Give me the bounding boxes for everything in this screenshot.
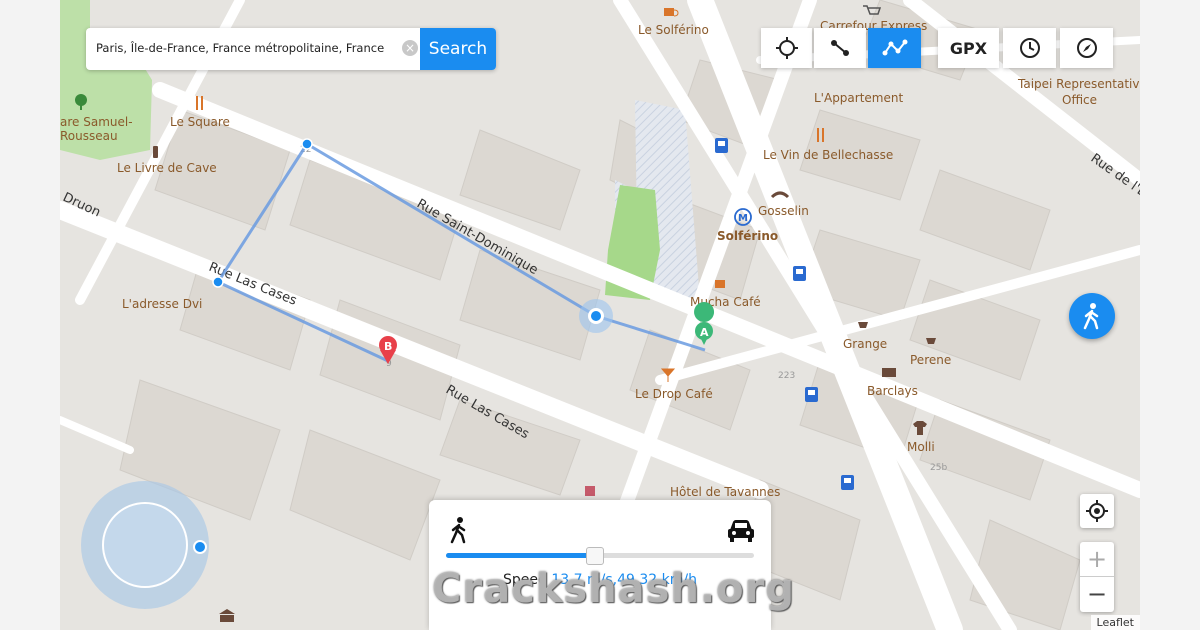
crosshair-icon xyxy=(775,37,798,59)
walking-person-icon xyxy=(1083,303,1099,330)
wine-shop-icon xyxy=(153,146,158,158)
svg-text:B: B xyxy=(384,340,392,353)
map-app-window: Rue Saint-Dominique Rue Las Cases Rue La… xyxy=(60,0,1140,630)
bus-stop-icon-4 xyxy=(841,475,854,490)
bus-stop-icon-3 xyxy=(805,387,818,402)
bank-icon xyxy=(882,368,896,377)
walk-mode-button[interactable] xyxy=(1069,293,1115,339)
poi-le-solferino: Le Solférino xyxy=(638,23,709,37)
svg-text:M: M xyxy=(738,213,748,224)
route-waypoint[interactable] xyxy=(212,276,224,288)
search-input[interactable] xyxy=(96,41,396,55)
poi-square-samuel: are Samuel- xyxy=(60,115,133,129)
house-number-223: 223 xyxy=(778,371,795,381)
poi-taipei-representative: Taipei Representative xyxy=(1017,77,1140,91)
zoom-control: + − xyxy=(1080,542,1114,612)
poi-le-livre-de-cave: Le Livre de Cave xyxy=(117,161,217,175)
two-spot-route-icon xyxy=(831,40,849,56)
compass-button[interactable] xyxy=(1060,28,1113,68)
poi-solferino-metro: Solférino xyxy=(717,229,778,243)
poi-le-square: Le Square xyxy=(170,115,230,129)
poi-office: Office xyxy=(1062,93,1097,107)
poi-l-adresse-dvi: L'adresse Dvi xyxy=(122,297,202,311)
speed-slider[interactable] xyxy=(446,547,754,565)
compass-icon xyxy=(1076,38,1097,58)
teleport-mode-button[interactable] xyxy=(761,28,812,68)
locate-me-button[interactable] xyxy=(1080,494,1114,528)
leaflet-attribution[interactable]: Leaflet xyxy=(1090,615,1140,630)
poi-perene: Perene xyxy=(910,353,951,367)
cafe-icon-2 xyxy=(715,280,725,288)
house-number-25b: 25b xyxy=(930,463,947,473)
search-button[interactable]: Search xyxy=(420,28,496,70)
virtual-joystick[interactable] xyxy=(81,481,209,609)
walking-person-icon[interactable] xyxy=(449,516,469,544)
poi-hotel-de-tavannes: Hôtel de Tavannes xyxy=(670,485,780,499)
clock-icon xyxy=(1019,38,1040,58)
bus-stop-icon xyxy=(715,138,728,153)
gpx-import-button[interactable]: GPX xyxy=(938,28,999,68)
multi-spot-route-icon xyxy=(882,39,907,56)
joystick-handle xyxy=(193,540,207,554)
locate-target-icon xyxy=(1086,500,1108,522)
watermark: Crackshash.org xyxy=(432,566,795,612)
poi-gosselin: Gosselin xyxy=(758,204,809,218)
current-location-marker[interactable] xyxy=(579,299,613,333)
clear-search-icon[interactable]: × xyxy=(402,40,418,56)
poi-rousseau: Rousseau xyxy=(60,129,118,143)
history-button[interactable] xyxy=(1003,28,1056,68)
search-bar: × Search xyxy=(86,28,496,70)
multi-spot-mode-button[interactable] xyxy=(868,28,921,68)
poi-barclays: Barclays xyxy=(867,384,918,398)
route-waypoint[interactable] xyxy=(301,138,313,150)
two-spot-mode-button[interactable] xyxy=(814,28,866,68)
poi-le-drop-cafe: Le Drop Café xyxy=(635,387,713,401)
poi-grange: Grange xyxy=(843,337,887,351)
poi-le-vin-de-bellechasse: Le Vin de Bellechasse xyxy=(763,148,893,162)
poi-molli: Molli xyxy=(907,440,935,454)
gift-icon xyxy=(585,486,595,496)
poi-l-appartement: L'Appartement xyxy=(814,91,903,105)
zoom-in-button[interactable]: + xyxy=(1080,542,1114,577)
speed-slider-fill xyxy=(446,553,594,558)
car-icon[interactable] xyxy=(726,516,756,544)
svg-text:A: A xyxy=(700,326,709,339)
speed-slider-thumb[interactable] xyxy=(585,547,604,565)
bus-stop-icon-2 xyxy=(793,266,806,281)
zoom-out-button[interactable]: − xyxy=(1080,577,1114,611)
